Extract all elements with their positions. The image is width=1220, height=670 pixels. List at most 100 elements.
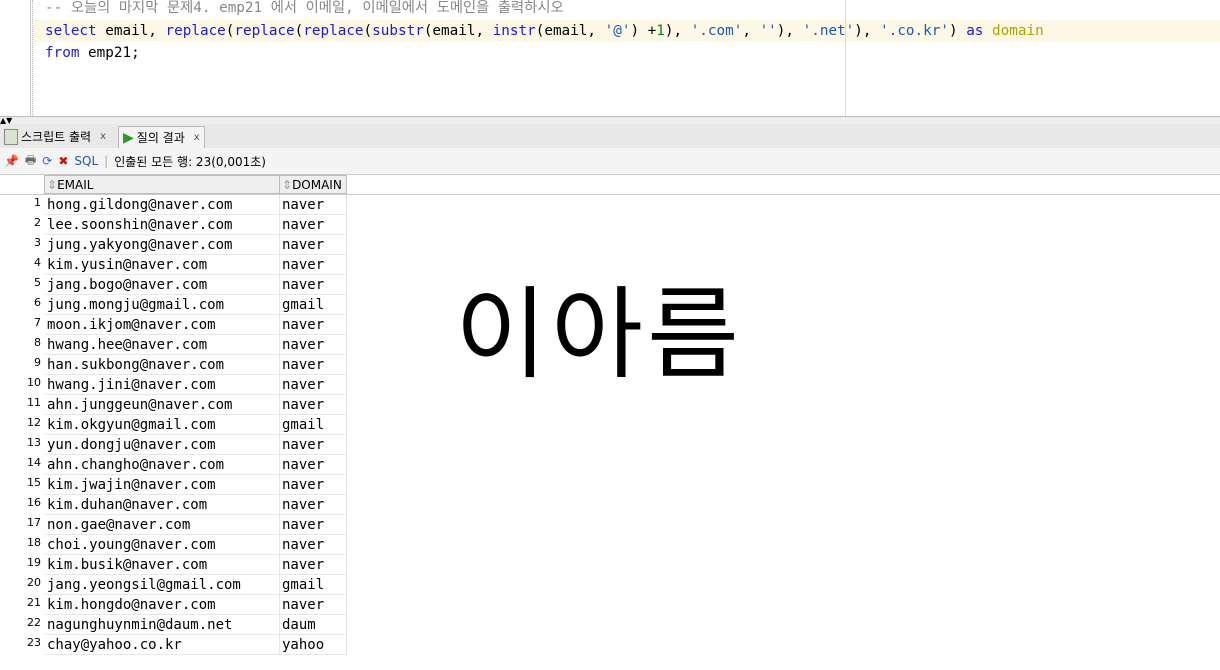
cell-domain[interactable]: daum: [280, 615, 347, 635]
cell-email[interactable]: non.gae@naver.com: [45, 515, 280, 535]
column-header-email[interactable]: ⇕EMAIL: [44, 175, 280, 194]
cell-domain[interactable]: naver: [280, 375, 347, 395]
cell-domain[interactable]: naver: [280, 395, 347, 415]
pin-icon[interactable]: 📌: [4, 154, 19, 168]
tab-label: 질의 결과: [136, 131, 185, 145]
fn: replace: [303, 23, 364, 39]
tab-query-result[interactable]: ▶ 질의 결과 x: [118, 126, 205, 149]
str: '.net': [802, 23, 855, 39]
cell-email[interactable]: ahn.changho@naver.com: [45, 455, 280, 475]
cell-domain[interactable]: naver: [280, 495, 347, 515]
table-row[interactable]: 21 kim.hongdo@naver.com naver: [0, 595, 1220, 615]
cell-email[interactable]: kim.jwajin@naver.com: [45, 475, 280, 495]
refresh-icon[interactable]: ⟳: [42, 154, 52, 168]
cell-email[interactable]: moon.ikjom@naver.com: [45, 315, 280, 335]
cell-email[interactable]: hong.gildong@naver.com: [45, 195, 280, 215]
cell-email[interactable]: choi.young@naver.com: [45, 535, 280, 555]
cell-domain[interactable]: naver: [280, 355, 347, 375]
cell-email[interactable]: chay@yahoo.co.kr: [45, 635, 280, 655]
right-margin-line: [845, 0, 846, 116]
cell-domain[interactable]: naver: [280, 475, 347, 495]
cell-domain[interactable]: naver: [280, 275, 347, 295]
table-row[interactable]: 13 yun.dongju@naver.com naver: [0, 435, 1220, 455]
cell-email[interactable]: lee.soonshin@naver.com: [45, 215, 280, 235]
table-row[interactable]: 23 chay@yahoo.co.kr yahoo: [0, 635, 1220, 655]
cell-email[interactable]: ahn.junggeun@naver.com: [45, 395, 280, 415]
str: '.co.kr': [880, 23, 949, 39]
cell-email[interactable]: jang.yeongsil@gmail.com: [45, 575, 280, 595]
fn: replace: [234, 23, 295, 39]
cell-domain[interactable]: gmail: [280, 575, 347, 595]
close-icon[interactable]: x: [194, 127, 200, 149]
table-row[interactable]: 12 kim.okgyun@gmail.com gmail: [0, 415, 1220, 435]
play-icon: ▶: [123, 130, 134, 146]
cell-domain[interactable]: naver: [280, 235, 347, 255]
table-row[interactable]: 15 kim.jwajin@naver.com naver: [0, 475, 1220, 495]
handwriting-text: 이아름: [455, 276, 743, 393]
t: ),: [854, 23, 881, 39]
table-row[interactable]: 20 jang.yeongsil@gmail.com gmail: [0, 575, 1220, 595]
cell-email[interactable]: jang.bogo@naver.com: [45, 275, 280, 295]
cell-email[interactable]: kim.busik@naver.com: [45, 555, 280, 575]
cell-domain[interactable]: naver: [280, 515, 347, 535]
cell-email[interactable]: kim.okgyun@gmail.com: [45, 415, 280, 435]
cell-email[interactable]: kim.hongdo@naver.com: [45, 595, 280, 615]
table-row[interactable]: 22 nagunghuynmin@daum.net daum: [0, 615, 1220, 635]
cell-domain[interactable]: gmail: [280, 295, 347, 315]
cell-email[interactable]: nagunghuynmin@daum.net: [45, 615, 280, 635]
t: (email,: [423, 23, 493, 39]
table-row[interactable]: 14 ahn.changho@naver.com naver: [0, 455, 1220, 475]
table-row[interactable]: 17 non.gae@naver.com naver: [0, 515, 1220, 535]
cell-email[interactable]: kim.yusin@naver.com: [45, 255, 280, 275]
cell-email[interactable]: jung.yakyong@naver.com: [45, 235, 280, 255]
table-row[interactable]: 18 choi.young@naver.com naver: [0, 535, 1220, 555]
sql-editor[interactable]: -- 오늘의 마지막 문제4. emp21 에서 이메일, 이메일에서 도메인을…: [0, 0, 1220, 116]
cell-domain[interactable]: naver: [280, 315, 347, 335]
cell-domain[interactable]: yahoo: [280, 635, 347, 655]
table-row[interactable]: 16 kim.duhan@naver.com naver: [0, 495, 1220, 515]
cell-email[interactable]: jung.mongju@gmail.com: [45, 295, 280, 315]
row-number: 12: [27, 416, 41, 429]
cell-email[interactable]: kim.duhan@naver.com: [45, 495, 280, 515]
fn: instr: [492, 23, 536, 39]
row-number: 14: [27, 456, 41, 469]
cell-domain[interactable]: naver: [280, 595, 347, 615]
cell-domain[interactable]: naver: [280, 535, 347, 555]
cell-domain[interactable]: naver: [280, 455, 347, 475]
row-number: 1: [34, 196, 41, 209]
result-toolbar: 📌 🖶 ⟳ ✖ SQL | 인출된 모든 행: 23(0,001초): [0, 148, 1220, 175]
row-number: 22: [27, 616, 41, 629]
cell-email[interactable]: yun.dongju@naver.com: [45, 435, 280, 455]
table-row[interactable]: 1 hong.gildong@naver.com naver: [0, 195, 1220, 215]
code-line-comment: -- 오늘의 마지막 문제4. emp21 에서 이메일, 이메일에서 도메인을…: [45, 0, 564, 16]
table-row[interactable]: 3 jung.yakyong@naver.com naver: [0, 235, 1220, 255]
cell-email[interactable]: hwang.hee@naver.com: [45, 335, 280, 355]
cell-email[interactable]: hwang.jini@naver.com: [45, 375, 280, 395]
close-icon[interactable]: x: [100, 126, 106, 148]
header-label: EMAIL: [57, 178, 94, 192]
delete-icon[interactable]: ✖: [58, 154, 68, 168]
row-number: 23: [27, 636, 41, 649]
cell-domain[interactable]: naver: [280, 555, 347, 575]
t: ) +: [630, 23, 657, 39]
sql-button[interactable]: SQL: [74, 154, 98, 168]
cell-domain[interactable]: gmail: [280, 415, 347, 435]
cell-domain[interactable]: naver: [280, 435, 347, 455]
separator: |: [104, 154, 109, 168]
cell-domain[interactable]: naver: [280, 215, 347, 235]
table-row[interactable]: 19 kim.busik@naver.com naver: [0, 555, 1220, 575]
cell-domain[interactable]: naver: [280, 255, 347, 275]
print-icon[interactable]: 🖶: [25, 151, 36, 172]
t: ,: [742, 23, 760, 39]
row-number: 17: [27, 516, 41, 529]
row-number: 13: [27, 436, 41, 449]
tab-script-output[interactable]: 스크립트 출력 x: [0, 126, 110, 148]
column-header-domain[interactable]: ⇕DOMAIN: [279, 175, 347, 194]
alias: domain: [992, 23, 1044, 39]
table-row[interactable]: 2 lee.soonshin@naver.com naver: [0, 215, 1220, 235]
str: '': [759, 23, 777, 39]
cell-domain[interactable]: naver: [280, 195, 347, 215]
cell-domain[interactable]: naver: [280, 335, 347, 355]
tab-label: 스크립트 출력: [21, 130, 92, 144]
cell-email[interactable]: han.sukbong@naver.com: [45, 355, 280, 375]
